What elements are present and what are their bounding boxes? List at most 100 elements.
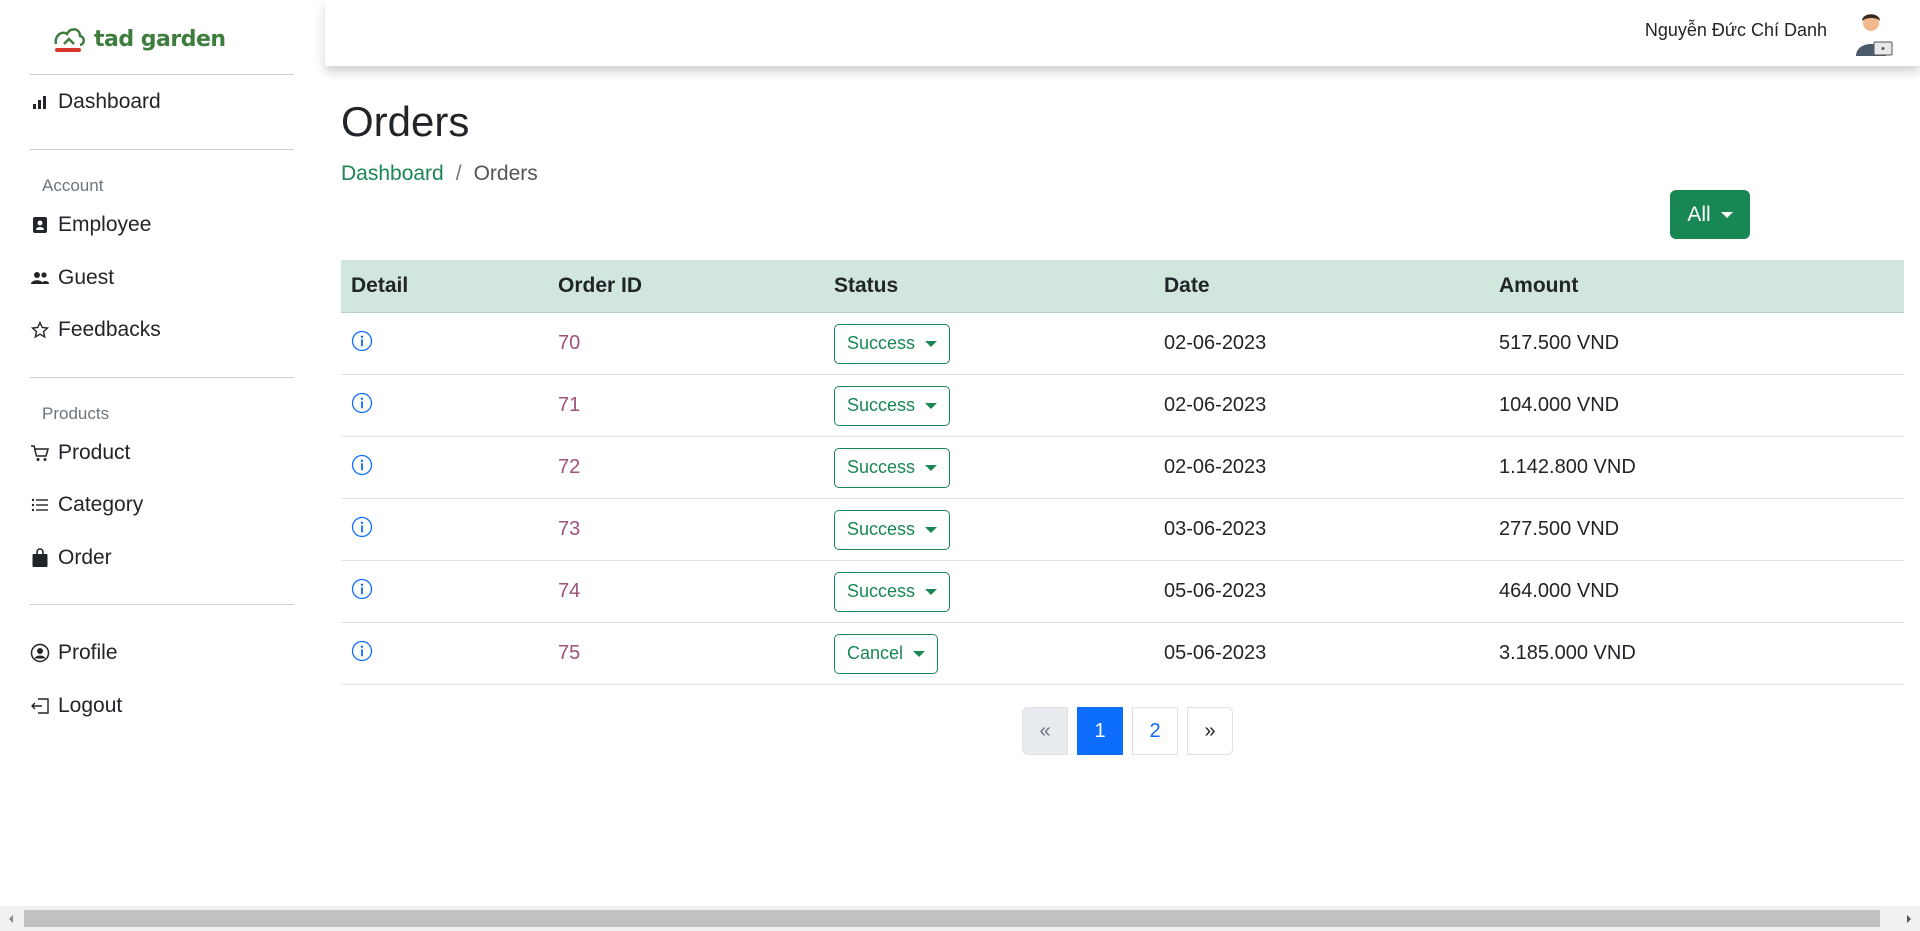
pagination-page-2[interactable]: 2 — [1132, 707, 1178, 755]
brand-logo[interactable]: tad garden — [52, 24, 226, 54]
sidebar-item-label: Feedbacks — [58, 318, 161, 341]
status-label: Success — [847, 395, 916, 415]
order-id-cell: 75 — [558, 642, 581, 664]
top-navbar: Nguyễn Đức Chí Danh — [325, 0, 1920, 66]
sidebar-item-category[interactable]: Category — [30, 490, 143, 520]
status-dropdown-button[interactable]: Success — [834, 385, 951, 426]
info-icon[interactable] — [351, 392, 373, 414]
caret-down-icon — [913, 650, 926, 657]
avatar[interactable] — [1850, 10, 1894, 58]
order-id-cell: 71 — [558, 394, 581, 416]
info-icon[interactable] — [351, 330, 373, 352]
sidebar-item-label: Category — [58, 493, 144, 516]
amount-cell: 517.500 VND — [1499, 332, 1620, 354]
status-dropdown-button[interactable]: Success — [834, 571, 951, 612]
info-icon[interactable] — [351, 516, 373, 538]
sidebar-item-label: Dashboard — [58, 90, 161, 113]
table-body: 70 Success 02-06-2023 517.500 VND 71 Success 0… — [341, 313, 1904, 685]
status-label: Success — [847, 519, 916, 539]
status-cell: Success — [824, 323, 1154, 364]
amount-cell: 3.185.000 VND — [1499, 642, 1636, 664]
table-row: 70 Success 02-06-2023 517.500 VND — [341, 313, 1904, 375]
sidebar-item-profile[interactable]: Profile — [30, 638, 118, 668]
table-row: 73 Success 03-06-2023 277.500 VND — [341, 499, 1904, 561]
sidebar-item-dashboard[interactable]: Dashboard — [30, 87, 161, 117]
caret-down-icon — [925, 340, 938, 347]
sidebar-item-guest[interactable]: Guest — [30, 263, 114, 293]
sidebar-item-employee[interactable]: Employee — [30, 210, 151, 240]
sidebar: tad garden Dashboard Account Employee Gu… — [0, 0, 320, 906]
table-row: 71 Success 02-06-2023 104.000 VND — [341, 375, 1904, 437]
sidebar-item-label: Profile — [58, 641, 118, 664]
sidebar-item-logout[interactable]: Logout — [30, 691, 122, 721]
status-cell: Cancel — [824, 633, 1154, 674]
section-label-products: Products — [42, 404, 110, 423]
pagination-page-1[interactable]: 1 — [1077, 707, 1123, 755]
section-label-account: Account — [42, 176, 104, 195]
user-circle-icon — [30, 643, 50, 663]
status-cell: Success — [824, 571, 1154, 612]
id-card-icon — [30, 215, 50, 235]
table-row: 75 Cancel 05-06-2023 3.185.000 VND — [341, 623, 1904, 685]
status-filter-dropdown[interactable]: All — [1670, 190, 1750, 239]
people-icon — [30, 268, 50, 288]
scroll-right-icon[interactable] — [1898, 906, 1920, 931]
status-dropdown-button[interactable]: Success — [834, 447, 951, 488]
sidebar-item-label: Order — [58, 546, 112, 569]
pagination-next[interactable]: » — [1187, 707, 1233, 755]
filter-label: All — [1687, 202, 1711, 226]
horizontal-scrollbar[interactable] — [0, 906, 1920, 931]
sidebar-item-order[interactable]: Order — [30, 543, 112, 573]
status-cell: Success — [824, 385, 1154, 426]
date-cell: 05-06-2023 — [1164, 642, 1267, 664]
sidebar-item-label: Logout — [58, 694, 123, 717]
order-id-cell: 74 — [558, 580, 581, 602]
bar-chart-icon — [30, 92, 50, 112]
list-icon — [30, 495, 50, 515]
status-dropdown-button[interactable]: Success — [834, 509, 951, 550]
logo-icon — [54, 28, 85, 52]
amount-cell: 1.142.800 VND — [1499, 456, 1636, 478]
detail-cell — [341, 516, 548, 544]
pagination-prev[interactable]: « — [1022, 707, 1068, 755]
status-cell: Success — [824, 447, 1154, 488]
sidebar-item-label: Employee — [58, 213, 152, 236]
page-title: Orders — [341, 98, 470, 145]
sidebar-item-label: Guest — [58, 266, 115, 289]
order-id-cell: 73 — [558, 518, 581, 540]
caret-down-icon — [925, 402, 938, 409]
orders-table: Detail Order ID Status Date Amount 70 Suc… — [341, 260, 1904, 685]
status-cell: Success — [824, 509, 1154, 550]
status-dropdown-button[interactable]: Success — [834, 323, 951, 364]
scroll-left-icon[interactable] — [0, 906, 22, 931]
sidebar-divider — [30, 74, 294, 75]
caret-down-icon — [925, 588, 938, 595]
user-name[interactable]: Nguyễn Đức Chí Danh — [1645, 20, 1827, 41]
detail-cell — [341, 578, 548, 606]
app-root: tad garden Dashboard Account Employee Gu… — [0, 0, 1920, 931]
logout-icon — [30, 696, 50, 716]
table-row: 72 Success 02-06-2023 1.142.800 VND — [341, 437, 1904, 499]
sidebar-divider — [30, 149, 294, 150]
sidebar-item-feedbacks[interactable]: Feedbacks — [30, 315, 161, 345]
info-icon[interactable] — [351, 578, 373, 600]
breadcrumb-current: Orders — [473, 162, 538, 185]
sidebar-divider — [30, 604, 294, 605]
info-icon[interactable] — [351, 454, 373, 476]
date-cell: 03-06-2023 — [1164, 518, 1267, 540]
column-header-detail: Detail — [351, 274, 409, 297]
scrollbar-thumb[interactable] — [24, 910, 1880, 927]
column-header-order-id: Order ID — [558, 274, 643, 297]
amount-cell: 464.000 VND — [1499, 580, 1620, 602]
sidebar-item-product[interactable]: Product — [30, 438, 130, 468]
breadcrumb-dashboard-link[interactable]: Dashboard — [341, 162, 444, 186]
order-id-cell: 72 — [558, 456, 581, 478]
order-id-cell: 70 — [558, 332, 581, 354]
info-icon[interactable] — [351, 640, 373, 662]
detail-cell — [341, 330, 548, 358]
date-cell: 02-06-2023 — [1164, 394, 1267, 416]
caret-down-icon — [925, 526, 938, 533]
status-dropdown-button[interactable]: Cancel — [834, 633, 939, 674]
table-header: Detail Order ID Status Date Amount — [341, 260, 1904, 313]
breadcrumb: Dashboard / Orders — [341, 162, 538, 186]
